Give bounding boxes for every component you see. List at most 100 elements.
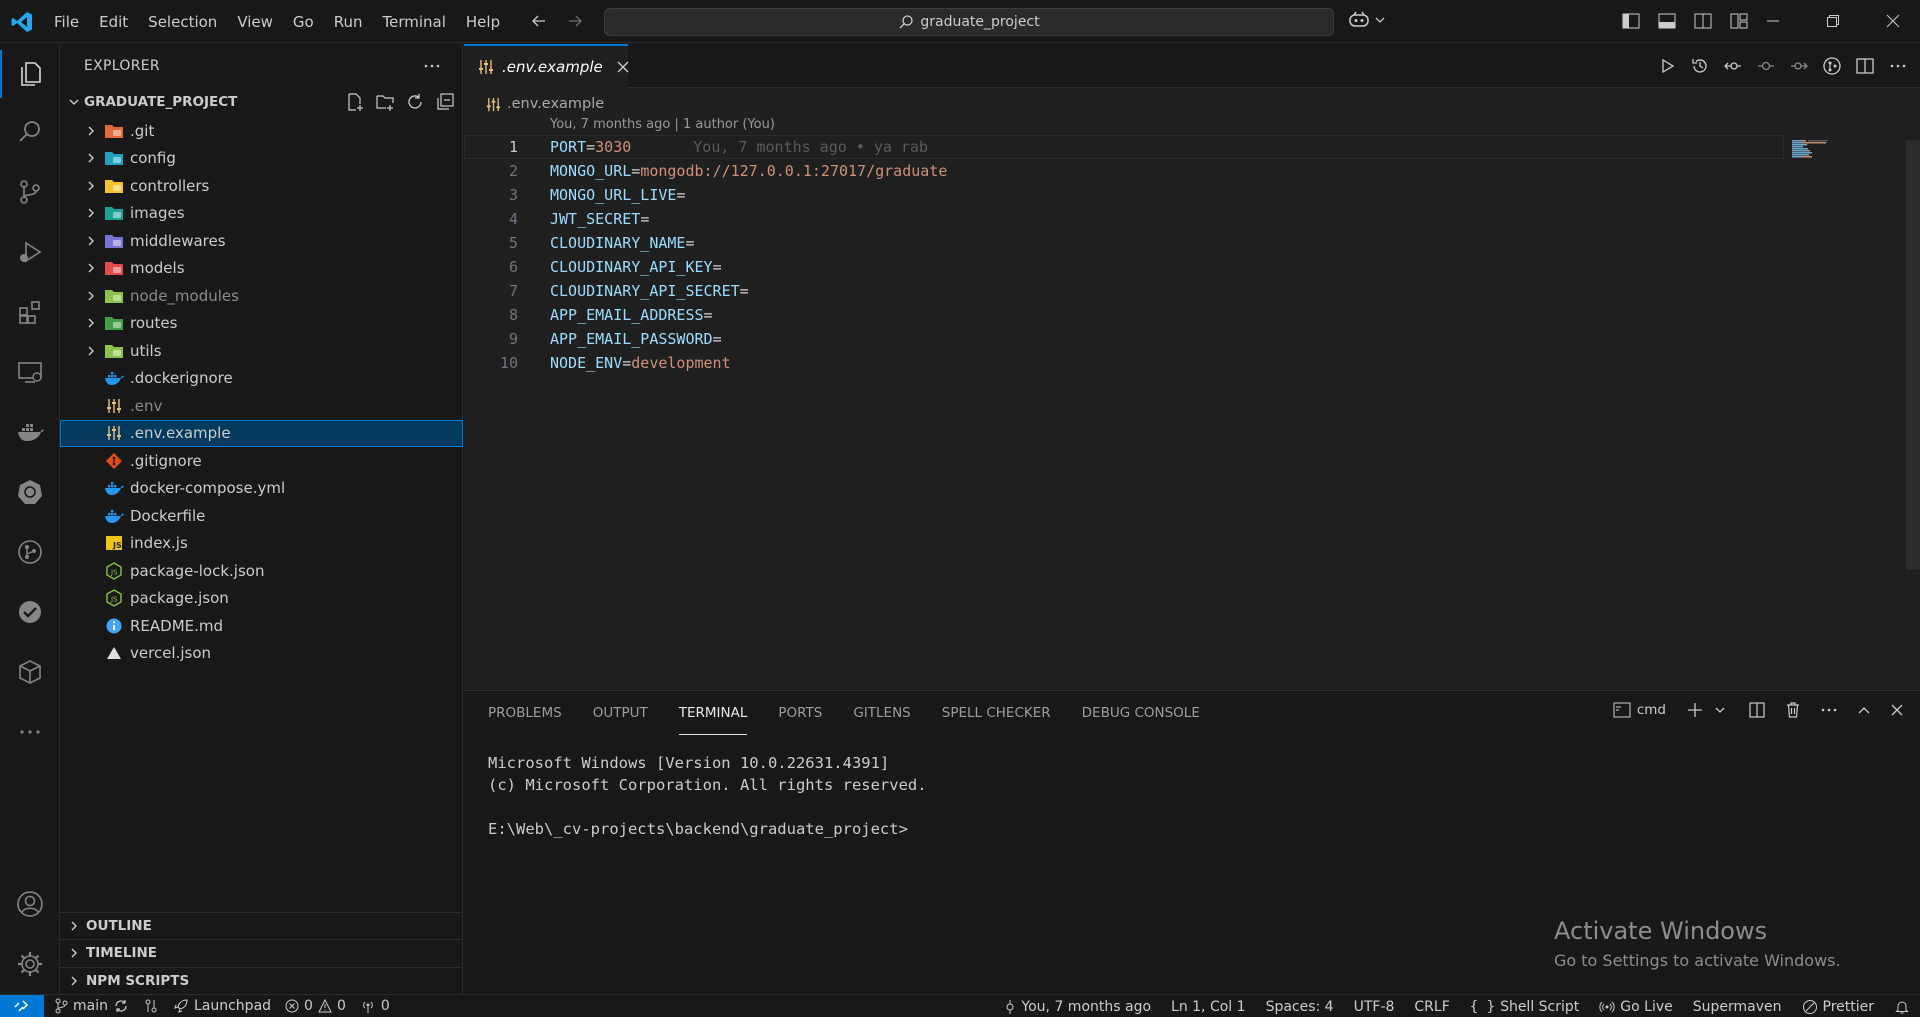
run-play-icon[interactable] xyxy=(1657,56,1677,76)
ports-status[interactable]: 0 xyxy=(360,998,390,1014)
kubernetes-icon[interactable] xyxy=(0,468,60,516)
run-debug-icon[interactable] xyxy=(0,228,60,276)
code-line[interactable]: 2 MONGO_URL=mongodb://127.0.0.1:27017/gra… xyxy=(464,159,1864,183)
end-of-line[interactable]: CRLF xyxy=(1414,999,1449,1015)
menu-view[interactable]: View xyxy=(227,13,283,31)
panel-tab-terminal[interactable]: TERMINAL xyxy=(678,691,748,735)
panel-tab-debug-console[interactable]: DEBUG CONSOLE xyxy=(1082,691,1200,735)
remote-explorer-icon[interactable] xyxy=(0,348,60,396)
prettier-status[interactable]: Prettier xyxy=(1802,999,1874,1015)
tree-file[interactable]: .gitignore xyxy=(60,447,463,475)
editor-scrollbar[interactable] xyxy=(1906,140,1920,570)
forward-arrow-icon[interactable] xyxy=(564,10,586,32)
new-terminal-plus-icon[interactable] xyxy=(1686,701,1704,719)
code-line[interactable]: 6 CLOUDINARY_API_KEY= xyxy=(464,255,1864,279)
code-line[interactable]: 1 PORT=3030 You, 7 months ago • ya rab xyxy=(464,135,1784,159)
panel-tab-output[interactable]: OUTPUT xyxy=(593,691,648,735)
supermaven-status[interactable]: Supermaven xyxy=(1693,999,1782,1015)
terminal-output[interactable]: Microsoft Windows [Version 10.0.22631.43… xyxy=(488,752,927,840)
menu-terminal[interactable]: Terminal xyxy=(373,13,456,31)
code-line[interactable]: 10 NODE_ENV=development xyxy=(464,351,1864,375)
menu-edit[interactable]: Edit xyxy=(89,13,138,31)
open-changes-icon[interactable] xyxy=(1723,56,1743,76)
tree-folder[interactable]: images xyxy=(60,200,463,228)
timeline-history-icon[interactable] xyxy=(1690,56,1710,76)
panel-tab-ports[interactable]: PORTS xyxy=(778,691,822,735)
more-actions-icon[interactable] xyxy=(1888,56,1908,76)
tree-folder[interactable]: middlewares xyxy=(60,227,463,255)
gitlens-codelens[interactable]: You, 7 months ago | 1 author (You) xyxy=(550,117,775,132)
toggle-panel-icon[interactable] xyxy=(1656,10,1678,32)
gitlens-inspect-icon[interactable] xyxy=(1822,56,1842,76)
minimize-icon[interactable] xyxy=(1762,10,1784,32)
accounts-icon[interactable] xyxy=(0,880,60,928)
docker-icon[interactable] xyxy=(0,408,60,456)
code-line[interactable]: 8 APP_EMAIL_ADDRESS= xyxy=(464,303,1864,327)
blame-status[interactable]: You, 7 months ago xyxy=(1004,999,1151,1015)
menu-go[interactable]: Go xyxy=(283,13,324,31)
tree-file[interactable]: vercel.json xyxy=(60,640,463,668)
toggle-secondary-sidebar-icon[interactable] xyxy=(1692,10,1714,32)
tree-file[interactable]: JS package-lock.json xyxy=(60,557,463,585)
code-line[interactable]: 9 APP_EMAIL_PASSWORD= xyxy=(464,327,1864,351)
copilot-button[interactable] xyxy=(1348,10,1386,30)
explorer-icon[interactable] xyxy=(0,50,60,98)
menu-selection[interactable]: Selection xyxy=(138,13,227,31)
close-icon[interactable] xyxy=(617,61,629,73)
command-center-search[interactable]: graduate_project xyxy=(604,8,1334,36)
breadcrumb[interactable]: .env.example xyxy=(486,93,604,115)
cursor-position[interactable]: Ln 1, Col 1 xyxy=(1171,999,1246,1015)
launchpad-status[interactable]: Launchpad xyxy=(173,998,271,1014)
code-line[interactable]: 4 JWT_SECRET= xyxy=(464,207,1864,231)
section-timeline[interactable]: TIMELINE xyxy=(60,939,463,967)
branch-status[interactable]: main xyxy=(54,998,129,1014)
kill-terminal-trash-icon[interactable] xyxy=(1784,701,1802,719)
restore-icon[interactable] xyxy=(1822,10,1844,32)
commit-dot-icon[interactable] xyxy=(1756,56,1776,76)
split-terminal-icon[interactable] xyxy=(1748,701,1766,719)
tree-folder[interactable]: models xyxy=(60,255,463,283)
terminal-instance-button[interactable]: cmd xyxy=(1613,702,1666,718)
tree-file[interactable]: Dockerfile xyxy=(60,502,463,530)
close-panel-icon[interactable] xyxy=(1890,703,1904,717)
tree-folder[interactable]: routes xyxy=(60,310,463,338)
project-root-header[interactable]: GRADUATE_PROJECT xyxy=(60,90,463,114)
tree-file[interactable]: .dockerignore xyxy=(60,365,463,393)
settings-gear-icon[interactable] xyxy=(0,940,60,988)
testing-icon[interactable] xyxy=(0,588,60,636)
tree-file[interactable]: JS index.js xyxy=(60,530,463,558)
split-editor-icon[interactable] xyxy=(1855,56,1875,76)
tree-file[interactable]: JS package.json xyxy=(60,585,463,613)
code-line[interactable]: 7 CLOUDINARY_API_SECRET= xyxy=(464,279,1864,303)
tree-folder[interactable]: utils xyxy=(60,337,463,365)
panel-tab-gitlens[interactable]: GITLENS xyxy=(853,691,910,735)
section-outline[interactable]: OUTLINE xyxy=(60,911,463,940)
remote-indicator-icon[interactable] xyxy=(0,994,44,1017)
new-file-icon[interactable] xyxy=(345,92,365,112)
customize-layout-icon[interactable] xyxy=(1728,10,1750,32)
panel-tab-problems[interactable]: PROBLEMS xyxy=(488,691,562,735)
toggle-primary-sidebar-icon[interactable] xyxy=(1620,10,1642,32)
git-graph-status[interactable] xyxy=(143,998,159,1014)
package-cube-icon[interactable] xyxy=(0,648,60,696)
search-icon[interactable] xyxy=(0,108,60,156)
close-window-icon[interactable] xyxy=(1882,10,1904,32)
refresh-icon[interactable] xyxy=(405,92,425,112)
code-lines[interactable]: 1 PORT=3030 You, 7 months ago • ya rab 2 MON… xyxy=(464,135,1864,375)
breadcrumb-file[interactable]: .env.example xyxy=(507,96,604,112)
tree-file[interactable]: docker-compose.yml xyxy=(60,475,463,503)
maximize-panel-chevron-up-icon[interactable] xyxy=(1856,702,1872,718)
panel-tab-spell-checker[interactable]: SPELL CHECKER xyxy=(942,691,1051,735)
tree-file[interactable]: .env xyxy=(60,392,463,420)
tree-folder[interactable]: node_modules xyxy=(60,282,463,310)
encoding[interactable]: UTF-8 xyxy=(1354,999,1395,1015)
problems-status[interactable]: 0 0 xyxy=(285,998,346,1014)
go-live-button[interactable]: Go Live xyxy=(1599,999,1673,1015)
tree-folder[interactable]: controllers xyxy=(60,172,463,200)
indentation[interactable]: Spaces: 4 xyxy=(1266,999,1334,1015)
section-npm-scripts[interactable]: NPM SCRIPTS xyxy=(60,966,463,995)
language-mode[interactable]: { } Shell Script xyxy=(1470,999,1580,1015)
extensions-icon[interactable] xyxy=(0,288,60,336)
tree-folder[interactable]: .git xyxy=(60,117,463,145)
code-line[interactable]: 3 MONGO_URL_LIVE= xyxy=(464,183,1864,207)
